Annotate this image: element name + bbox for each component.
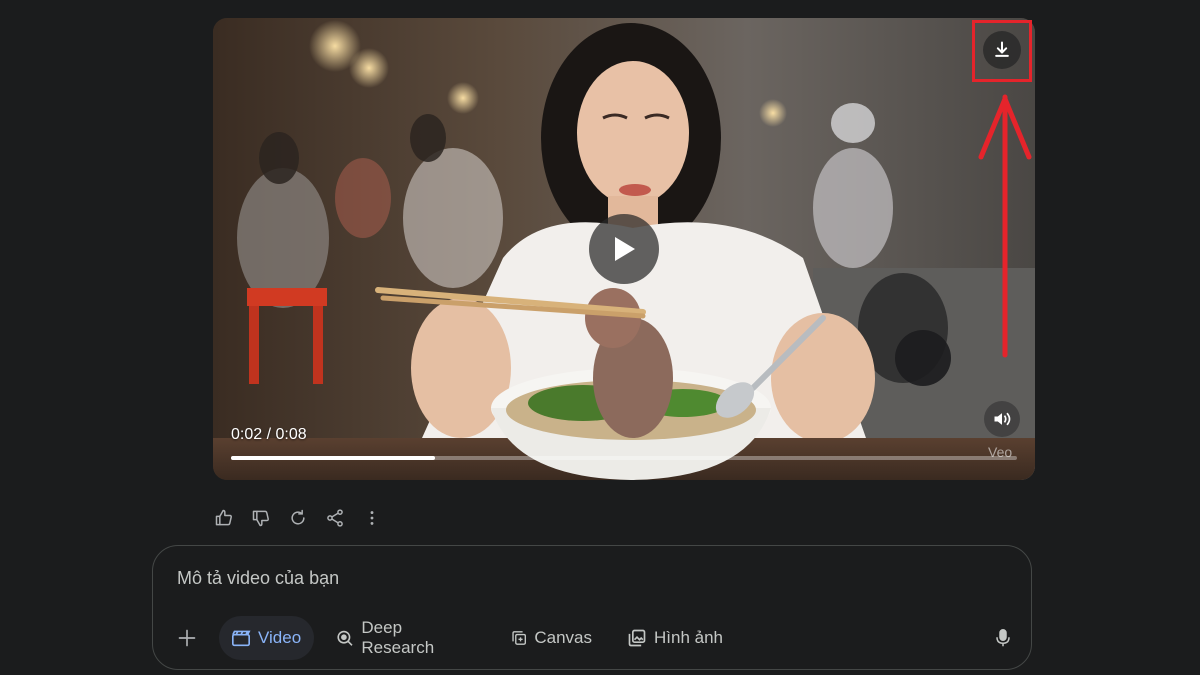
deep-research-icon: [337, 630, 353, 646]
microphone-icon: [996, 629, 1010, 647]
share-icon: [326, 508, 343, 527]
annotation-highlight-box: [972, 20, 1032, 82]
veo-watermark: Veo: [988, 444, 1013, 460]
tool-chip-label: Video: [258, 628, 302, 647]
plus-icon: [178, 629, 196, 647]
tool-chip-image[interactable]: Hình ảnh: [615, 616, 735, 660]
response-actions: [211, 505, 384, 530]
prompt-input[interactable]: Mô tả video của bạn: [177, 568, 339, 589]
tool-chip-deep-research[interactable]: Deep Research: [323, 616, 488, 660]
tool-chip-label: Hình ảnh: [654, 628, 723, 647]
progress-bar[interactable]: [231, 456, 1017, 460]
tool-chip-canvas[interactable]: Canvas: [499, 616, 604, 660]
thumbs-down-icon: [252, 510, 269, 526]
volume-icon: [994, 412, 1011, 426]
tool-chip-label: Deep Research: [361, 618, 435, 657]
annotation-arrow-icon: [978, 94, 1032, 358]
regenerate-button[interactable]: [285, 505, 310, 530]
share-button[interactable]: [322, 505, 347, 530]
canvas-icon: [512, 631, 526, 645]
play-button[interactable]: [589, 214, 659, 284]
volume-button[interactable]: [984, 401, 1020, 437]
progress-fill: [231, 456, 436, 460]
prompt-composer: Mô tả video của bạn Video Deep Research …: [152, 545, 1032, 670]
thumbs-down-button[interactable]: [248, 505, 273, 530]
video-clapper-icon: [232, 630, 251, 647]
add-attachment-button[interactable]: [173, 624, 201, 652]
tool-chip-label: Canvas: [534, 628, 592, 647]
more-options-button[interactable]: [359, 505, 384, 530]
microphone-button[interactable]: [989, 624, 1017, 652]
thumbs-up-button[interactable]: [211, 505, 236, 530]
thumbs-up-icon: [215, 509, 232, 525]
refresh-icon: [290, 509, 305, 525]
play-icon: [615, 237, 635, 261]
tool-chip-video[interactable]: Video: [219, 616, 314, 660]
more-vertical-icon: [370, 510, 373, 525]
time-readout: 0:02 / 0:08: [231, 426, 307, 443]
image-icon: [628, 629, 646, 647]
